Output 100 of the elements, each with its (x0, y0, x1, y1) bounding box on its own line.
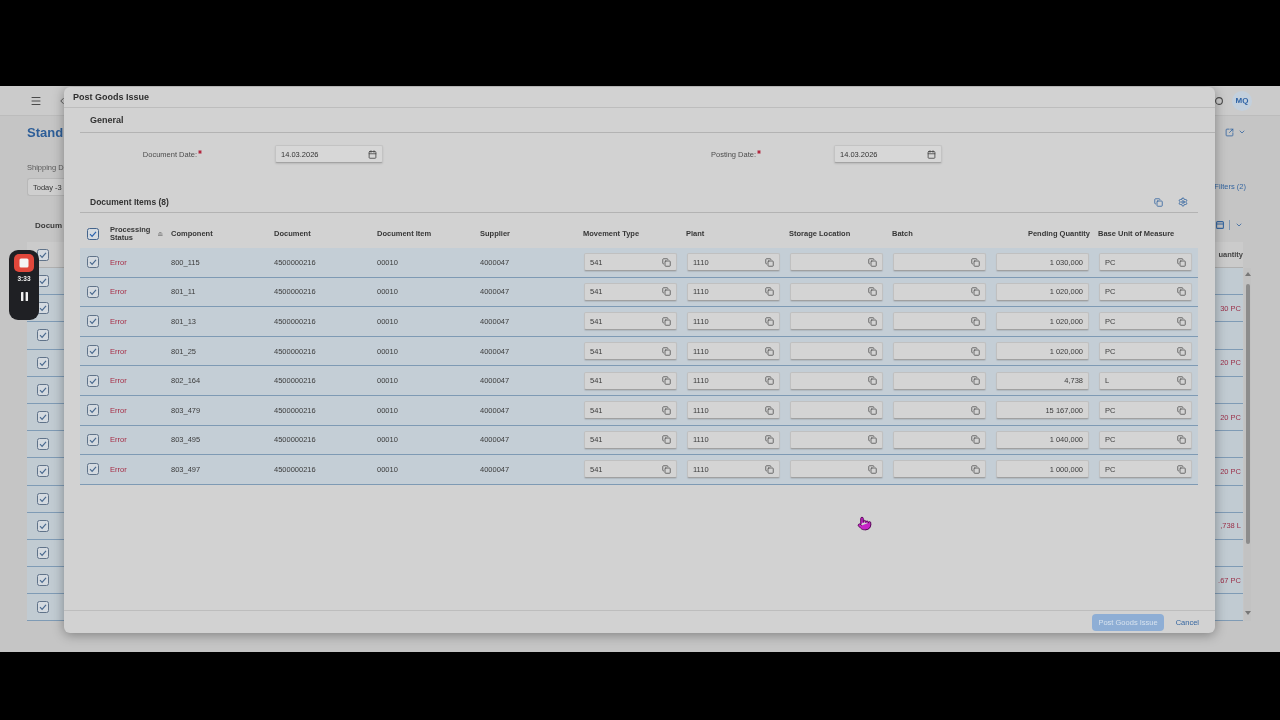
input-field[interactable] (893, 460, 986, 479)
input-field[interactable] (790, 371, 883, 390)
pause-icon[interactable] (20, 292, 28, 301)
checkbox[interactable] (37, 411, 49, 424)
input-field[interactable] (790, 430, 883, 449)
input-field[interactable] (893, 282, 986, 301)
overlapping-squares-icon[interactable] (868, 287, 877, 297)
overlapping-squares-icon[interactable] (1177, 257, 1186, 267)
overlapping-squares-icon[interactable] (868, 346, 877, 356)
calendar-icon[interactable] (927, 149, 936, 159)
input-field[interactable] (790, 282, 883, 301)
scroll-up-icon[interactable] (1244, 272, 1251, 276)
overlapping-squares-icon[interactable] (765, 376, 774, 386)
checkbox[interactable] (87, 463, 99, 476)
checkbox[interactable] (37, 438, 49, 451)
overlapping-squares-icon[interactable] (662, 287, 671, 297)
checkbox[interactable] (87, 285, 99, 298)
checkbox[interactable] (37, 546, 49, 559)
overlapping-squares-icon[interactable] (765, 287, 774, 297)
copy-icon[interactable] (1154, 197, 1163, 207)
checkbox[interactable] (37, 465, 49, 478)
overlapping-squares-icon[interactable] (971, 257, 980, 267)
overlapping-squares-icon[interactable] (1177, 346, 1186, 356)
overlapping-squares-icon[interactable] (971, 287, 980, 297)
dialog-title: Post Goods Issue (64, 87, 1215, 108)
overlapping-squares-icon[interactable] (1177, 405, 1186, 415)
overlapping-squares-icon[interactable] (765, 317, 774, 326)
overlapping-squares-icon[interactable] (868, 405, 877, 415)
checkbox[interactable] (37, 383, 49, 396)
section-title: Docum (35, 220, 63, 230)
overlapping-squares-icon[interactable] (868, 376, 877, 386)
checkbox[interactable] (37, 574, 49, 587)
input-field[interactable] (893, 253, 986, 272)
checkbox[interactable] (37, 329, 49, 342)
input-field[interactable] (790, 312, 883, 331)
overlapping-squares-icon[interactable] (971, 464, 980, 474)
menu-icon[interactable] (30, 94, 42, 107)
back-icon[interactable] (57, 95, 67, 106)
checkbox[interactable] (37, 492, 49, 505)
overlapping-squares-icon[interactable] (662, 346, 671, 356)
settings-icon[interactable] (1178, 197, 1188, 207)
overlapping-squares-icon[interactable] (971, 346, 980, 356)
input-field[interactable] (893, 401, 986, 420)
hand-cursor-icon (857, 516, 872, 531)
checkbox[interactable] (87, 315, 99, 328)
avatar[interactable]: MQ (1232, 90, 1252, 111)
overlapping-squares-icon[interactable] (662, 317, 671, 326)
overlapping-squares-icon[interactable] (662, 376, 671, 386)
overlapping-squares-icon[interactable] (868, 435, 877, 445)
checkbox[interactable] (87, 256, 99, 269)
overlapping-squares-icon[interactable] (1177, 464, 1186, 474)
overlapping-squares-icon[interactable] (971, 405, 980, 415)
overlapping-squares-icon[interactable] (662, 435, 671, 445)
page-title: Stand (27, 124, 64, 140)
checkbox[interactable] (37, 519, 49, 532)
overlapping-squares-icon[interactable] (868, 257, 877, 267)
checkbox[interactable] (87, 404, 99, 417)
overlapping-squares-icon[interactable] (1177, 317, 1186, 326)
overlapping-squares-icon[interactable] (971, 435, 980, 445)
overlapping-squares-icon[interactable] (765, 346, 774, 356)
input-field[interactable] (790, 342, 883, 361)
share-icon[interactable] (1225, 127, 1234, 137)
scrollbar-thumb[interactable] (1245, 284, 1250, 544)
overlapping-squares-icon[interactable] (868, 317, 877, 326)
overlapping-squares-icon[interactable] (1177, 287, 1186, 297)
checkbox[interactable] (87, 228, 99, 240)
overlapping-squares-icon[interactable] (971, 317, 980, 326)
calendar-icon[interactable] (368, 149, 377, 159)
square-icon[interactable] (1216, 221, 1224, 229)
chevron-down-icon[interactable] (1238, 128, 1246, 136)
table-title: Document Items (8) (90, 197, 169, 207)
overlapping-squares-icon[interactable] (1177, 435, 1186, 445)
overlapping-squares-icon[interactable] (868, 464, 877, 474)
input-field[interactable] (893, 342, 986, 361)
overlapping-squares-icon[interactable] (971, 376, 980, 386)
input-field[interactable] (893, 312, 986, 331)
overlapping-squares-icon[interactable] (765, 405, 774, 415)
overlapping-squares-icon[interactable] (765, 464, 774, 474)
sort-icon[interactable] (158, 231, 163, 237)
checkbox[interactable] (87, 345, 99, 358)
overlapping-squares-icon[interactable] (765, 257, 774, 267)
overlapping-squares-icon[interactable] (662, 257, 671, 267)
input-field[interactable] (893, 430, 986, 449)
overlapping-squares-icon[interactable] (765, 435, 774, 445)
checkbox[interactable] (87, 374, 99, 387)
checkbox[interactable] (37, 356, 49, 369)
overlapping-squares-icon[interactable] (662, 405, 671, 415)
checkbox[interactable] (37, 601, 49, 614)
checkbox[interactable] (87, 433, 99, 446)
input-field[interactable] (790, 401, 883, 420)
scroll-down-icon[interactable] (1244, 611, 1251, 616)
chevron-down-icon[interactable] (1235, 221, 1243, 229)
section-header: General (80, 108, 1215, 133)
stop-icon[interactable] (14, 254, 34, 272)
input-field[interactable] (790, 460, 883, 479)
overlapping-squares-icon[interactable] (662, 464, 671, 474)
input-field[interactable] (893, 371, 986, 390)
overlapping-squares-icon[interactable] (1177, 376, 1186, 386)
input-field[interactable] (790, 253, 883, 272)
circle-icon[interactable] (1215, 96, 1223, 105)
